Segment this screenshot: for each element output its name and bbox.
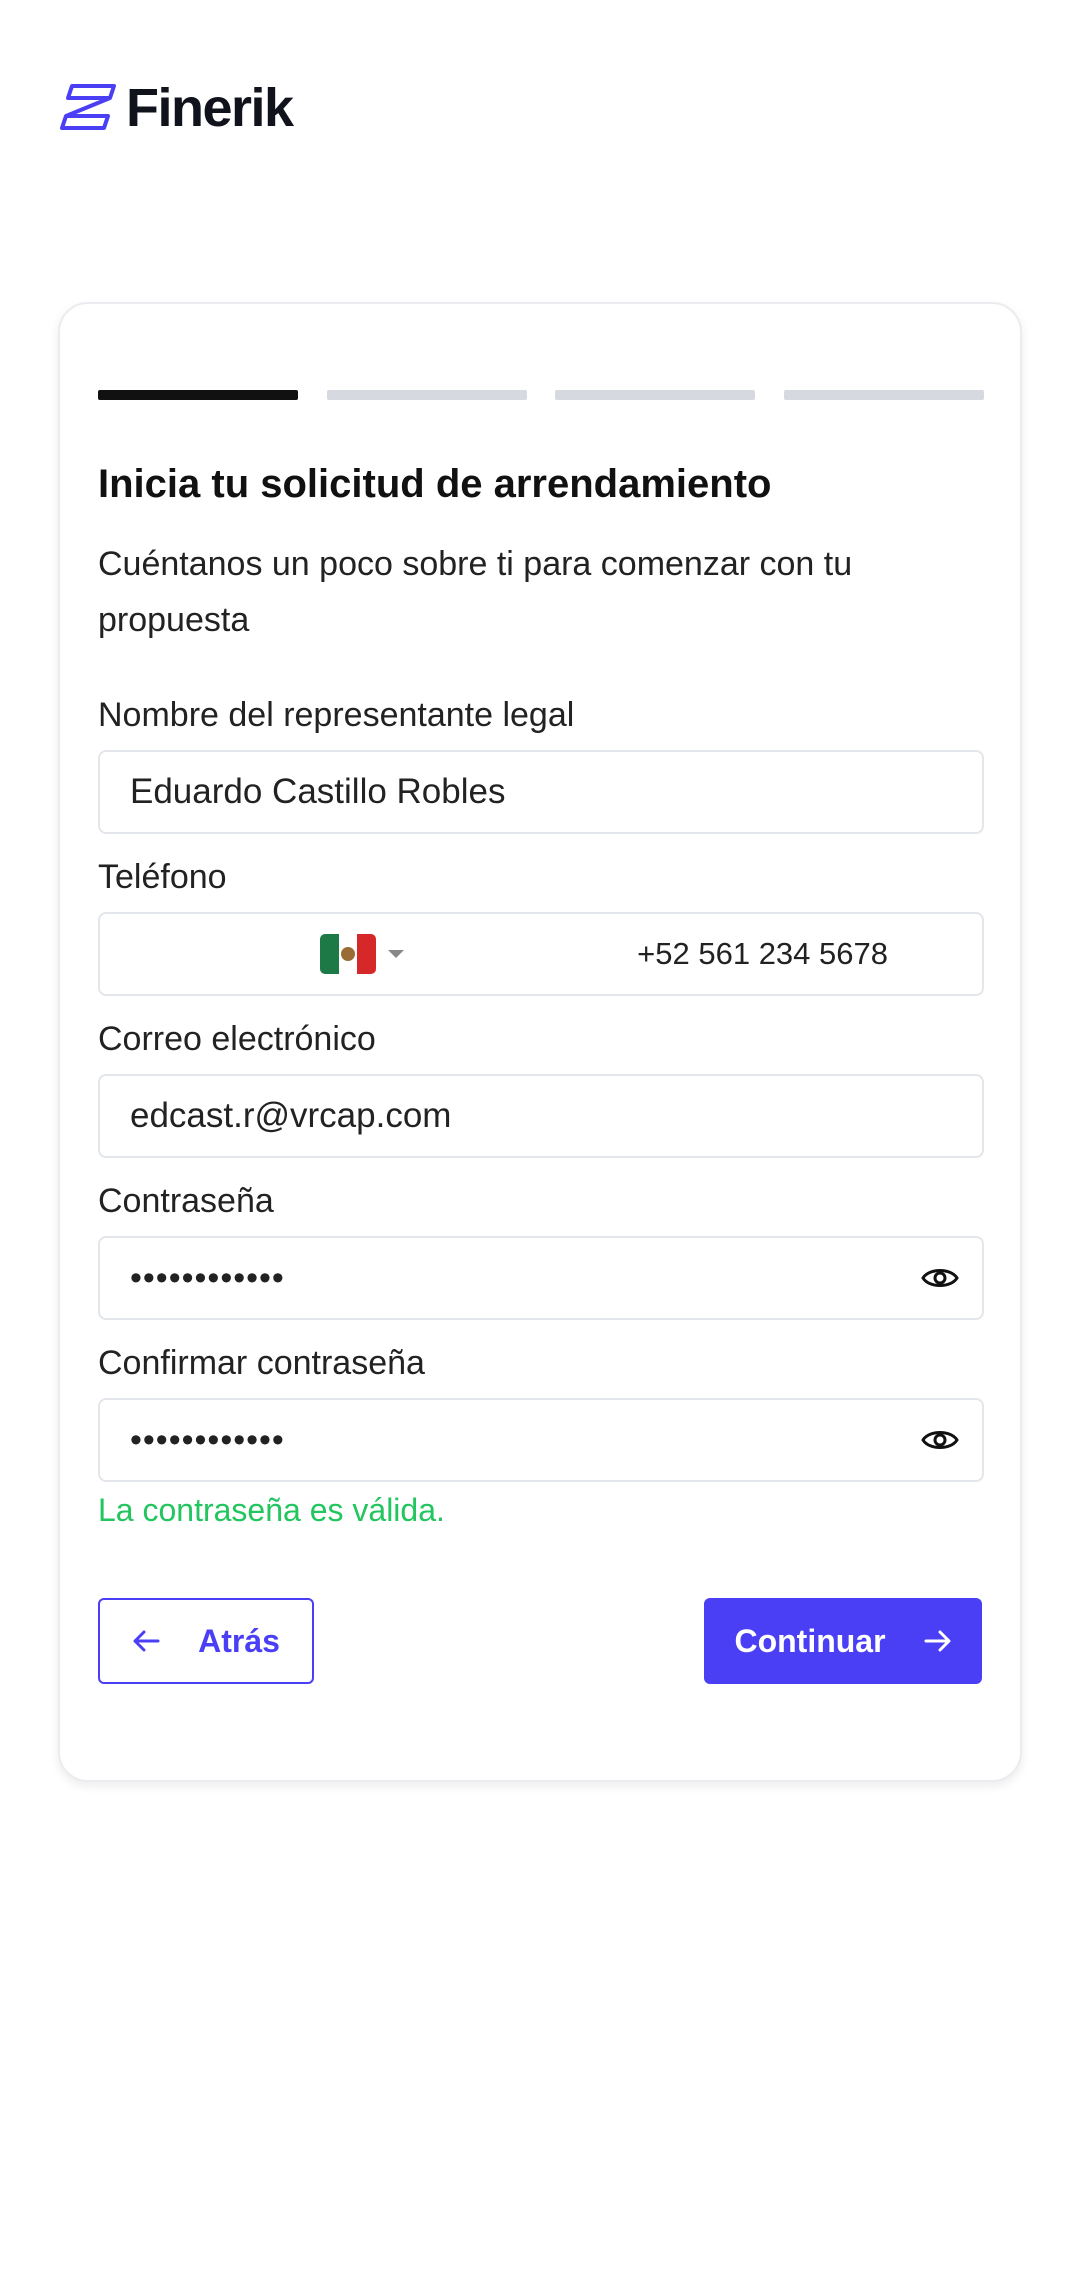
- progress-step-2: [326, 390, 527, 400]
- legal-rep-input[interactable]: Eduardo Castillo Robles: [98, 750, 984, 834]
- mexico-flag-icon: [320, 934, 376, 974]
- legal-rep-label: Nombre del representante legal: [98, 696, 575, 734]
- progress-step-4: [783, 390, 984, 400]
- progress-step-3: [555, 390, 756, 400]
- signup-card: Inicia tu solicitud de arrendamiento Cué…: [58, 302, 1022, 1782]
- arrow-right-icon: [924, 1629, 952, 1653]
- progress-step-1: [98, 390, 298, 400]
- password-validation-message: La contraseña es válida.: [98, 1492, 445, 1528]
- phone-input[interactable]: +52 561 234 5678: [98, 912, 984, 996]
- phone-value: +52 561 234 5678: [637, 936, 888, 971]
- email-input[interactable]: edcast.r@vrcap.com: [98, 1074, 984, 1158]
- step-progress: [98, 390, 984, 400]
- legal-rep-value: Eduardo Castillo Robles: [130, 772, 506, 811]
- continue-button-label: Continuar: [734, 1622, 886, 1659]
- confirm-password-label: Confirmar contraseña: [98, 1344, 425, 1382]
- continue-button[interactable]: Continuar: [704, 1598, 982, 1684]
- country-selector[interactable]: [320, 934, 404, 974]
- phone-label: Teléfono: [98, 858, 227, 896]
- email-value: edcast.r@vrcap.com: [130, 1096, 452, 1135]
- brand-header: Finerik: [58, 76, 294, 140]
- confirm-password-value: ••••••••••••: [130, 1420, 285, 1459]
- finerik-logo-icon: [60, 84, 116, 130]
- back-button[interactable]: Atrás: [98, 1598, 314, 1684]
- caret-down-icon: [388, 950, 404, 958]
- brand-name: Finerik: [126, 78, 294, 138]
- arrow-left-icon: [132, 1629, 160, 1653]
- back-button-label: Atrás: [198, 1622, 280, 1659]
- email-label: Correo electrónico: [98, 1020, 376, 1058]
- show-password-icon[interactable]: [920, 1258, 960, 1298]
- form-title: Inicia tu solicitud de arrendamiento: [98, 462, 772, 506]
- confirm-password-input[interactable]: ••••••••••••: [98, 1398, 984, 1482]
- password-label: Contraseña: [98, 1182, 274, 1220]
- password-value: ••••••••••••: [130, 1258, 285, 1297]
- show-confirm-password-icon[interactable]: [920, 1420, 960, 1460]
- password-input[interactable]: ••••••••••••: [98, 1236, 984, 1320]
- form-subtitle: Cuéntanos un poco sobre ti para comenzar…: [98, 545, 853, 639]
